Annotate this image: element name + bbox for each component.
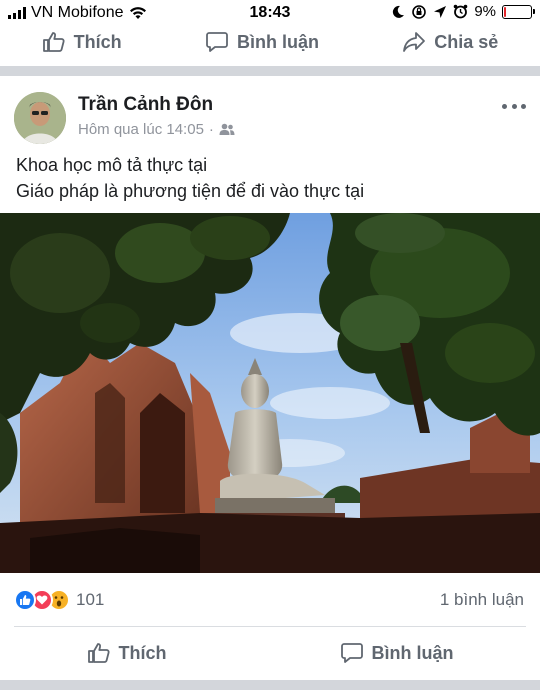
divider — [14, 626, 526, 627]
meta-separator: · — [208, 121, 214, 138]
reaction-count: 101 — [76, 590, 105, 609]
buddha-statue-photo — [0, 213, 540, 573]
comment-button[interactable]: Bình luận — [340, 641, 454, 665]
like-button[interactable]: Thích — [87, 641, 167, 665]
comment-button[interactable]: Bình luận — [205, 30, 319, 54]
like-button[interactable]: Thích — [42, 30, 122, 54]
thumbs-up-icon — [87, 643, 110, 663]
battery-percent: 9% — [474, 3, 496, 20]
friends-icon — [219, 123, 235, 135]
alarm-icon — [454, 4, 468, 19]
more-options-icon[interactable] — [502, 100, 526, 112]
orientation-lock-icon — [412, 4, 427, 19]
thumbs-up-icon — [42, 32, 65, 52]
post-text: Khoa học mô tả thực tại Giáo pháp là phư… — [16, 152, 526, 204]
comments-count[interactable]: 1 bình luận — [440, 590, 524, 610]
moon-icon — [393, 5, 405, 18]
post-text-line: Khoa học mô tả thực tại — [16, 155, 208, 175]
comment-bubble-icon — [340, 643, 363, 663]
battery-level — [504, 6, 506, 17]
feed-separator — [0, 680, 540, 690]
like-label: Thích — [118, 642, 167, 663]
share-arrow-icon — [403, 32, 426, 52]
battery-icon — [502, 4, 535, 19]
like-reaction-icon — [14, 589, 36, 611]
post-author-name[interactable]: Trần Cảnh Đôn — [78, 94, 213, 116]
reactions-summary[interactable]: 101 — [14, 588, 104, 612]
post-header: Trần Cảnh Đôn Hôm qua lúc 14:05 · — [14, 88, 526, 148]
post-timestamp[interactable]: Hôm qua lúc 14:05 — [78, 121, 204, 138]
post-photo[interactable] — [0, 213, 540, 573]
feed-separator — [0, 66, 540, 76]
status-right: 9% — [391, 3, 535, 20]
previous-post-action-bar: Thích Bình luận Chia sẻ — [0, 26, 540, 58]
share-label: Chia sẻ — [434, 31, 499, 52]
comment-label: Bình luận — [236, 31, 319, 52]
post-meta: Hôm qua lúc 14:05 · — [78, 121, 235, 138]
status-bar: VN Mobifone 18:43 9% — [0, 0, 540, 26]
post-text-line: Giáo pháp là phương tiện để đi vào thực … — [16, 181, 365, 201]
comment-label: Bình luận — [371, 642, 454, 663]
location-arrow-icon — [434, 5, 447, 18]
share-button[interactable]: Chia sẻ — [402, 30, 498, 54]
avatar[interactable] — [14, 92, 66, 144]
comment-bubble-icon — [206, 32, 228, 52]
like-label: Thích — [73, 31, 122, 52]
post-action-bar: Thích Bình luận — [0, 636, 540, 670]
